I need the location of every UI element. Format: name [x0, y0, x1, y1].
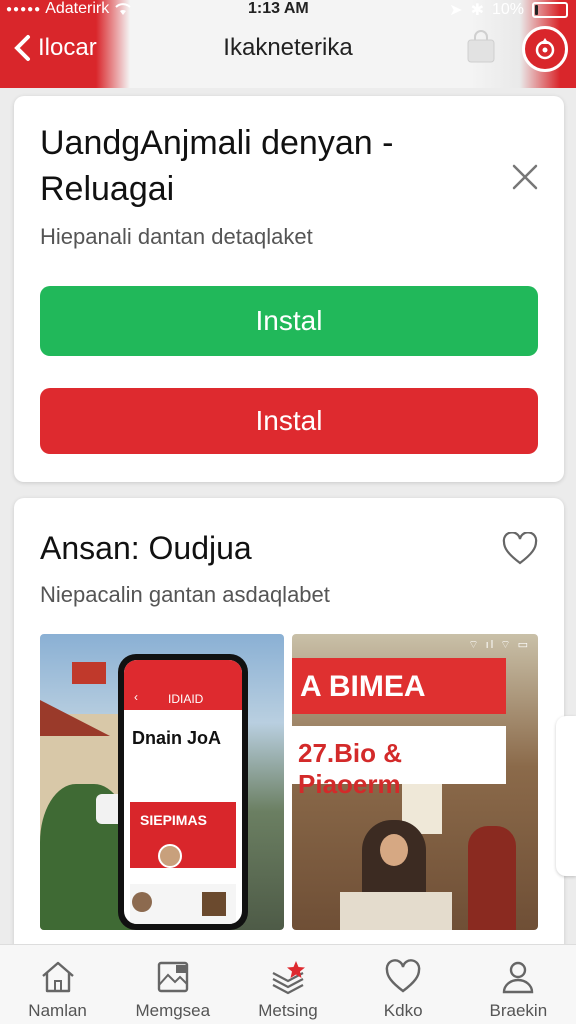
screenshot-2[interactable]: ⌔ ıl ⌔ ▭ A BIMEA 27.Bio & Piaoerm: [292, 634, 538, 930]
tab-home-label: Namlan: [28, 1001, 87, 1020]
screenshot-status-icons: ⌔ ıl ⌔ ▭: [468, 639, 530, 651]
install-button-secondary[interactable]: Instal: [40, 388, 538, 454]
tab-activity[interactable]: Metsing: [230, 945, 345, 1024]
profile-icon: [503, 961, 534, 994]
tab-favorites-label: Kdko: [383, 1001, 423, 1020]
top-bar: ●●●●● Adaterirk 1:13 AM ➤ ✱ 10% Ilocar I…: [0, 0, 576, 88]
tab-home[interactable]: Namlan: [0, 945, 115, 1024]
phone-row-avatar: [132, 892, 152, 912]
phone-title: IDIAID: [168, 692, 204, 706]
clock: 1:13 AM: [248, 0, 309, 17]
food-table-image: [340, 892, 452, 930]
favorite-heart-icon[interactable]: [502, 532, 538, 566]
app-logo-button[interactable]: [522, 26, 568, 72]
app-preview-subtitle: Niepacalin gantan asdaqlabet: [40, 582, 330, 607]
install-card-subtitle: Hiepanali dantan detaqlaket: [40, 224, 313, 249]
man-image: [468, 826, 516, 930]
phone-avatar-image: [158, 844, 182, 868]
phone-row-thumbnail: [202, 892, 226, 916]
screenshot-2-subbanner: 27.Bio & Piaoerm: [292, 726, 506, 799]
battery-percent: 10%: [491, 1, 524, 18]
tab-favorites[interactable]: Kdko: [346, 945, 461, 1024]
heart-icon: [385, 959, 421, 993]
phone-mockup: ‹ IDIAID Dnain JoA SIEPIMAS: [118, 654, 248, 930]
phone-header: ‹ IDIAID: [124, 660, 242, 710]
tab-profile-label: Braekin: [489, 1001, 548, 1020]
bluetooth-icon: ✱: [470, 2, 484, 19]
app-preview-title: Ansan: Oudjua: [40, 530, 252, 566]
screenshot-2-banner: A BIMEA: [292, 658, 506, 714]
tab-profile[interactable]: Braekin: [461, 945, 576, 1024]
status-left: ●●●●● Adaterirk: [6, 0, 133, 18]
battery-fill: [535, 5, 538, 15]
signal-dots-icon: ●●●●●: [6, 3, 42, 15]
woman-face-image: [380, 834, 408, 866]
install-button-primary[interactable]: Instal: [40, 286, 538, 356]
screenshot-1[interactable]: ‹ IDIAID Dnain JoA SIEPIMAS: [40, 634, 284, 930]
gallery-icon: [157, 961, 188, 993]
home-icon: [41, 961, 74, 993]
stack-star-icon: [272, 961, 305, 995]
status-bar: ●●●●● Adaterirk 1:13 AM ➤ ✱ 10%: [0, 0, 576, 20]
install-card: UandgAnjmali denyan - Reluagai Hiepanali…: [14, 96, 564, 482]
phone-banner: SIEPIMAS: [130, 802, 236, 868]
phone-screen: ‹ IDIAID Dnain JoA SIEPIMAS: [124, 660, 242, 924]
phone-brand-text: Dnain JoA: [132, 728, 222, 748]
next-card-peek[interactable]: [556, 716, 576, 876]
flag-image: [72, 662, 106, 684]
status-right: ➤ ✱ 10%: [449, 0, 568, 20]
brand-logo-icon: [535, 38, 555, 60]
shopping-bag-icon[interactable]: [464, 30, 498, 66]
tab-activity-label: Metsing: [258, 1001, 318, 1020]
location-icon: ➤: [449, 2, 463, 19]
app-preview-card: Ansan: Oudjua Niepacalin gantan asdaqlab…: [14, 498, 564, 958]
phone-back-icon: ‹: [134, 690, 138, 704]
install-card-title: UandgAnjmali denyan - Reluagai: [40, 124, 394, 208]
close-icon[interactable]: [510, 162, 540, 192]
carrier-name: Adaterirk: [45, 0, 110, 17]
wifi-icon: [115, 3, 131, 15]
tab-gallery[interactable]: Memgsea: [115, 945, 230, 1024]
bottom-navigation: Namlan Memgsea Metsing Kdko Braekin: [0, 944, 576, 1024]
battery-icon: [532, 2, 568, 18]
tab-gallery-label: Memgsea: [135, 1001, 211, 1020]
